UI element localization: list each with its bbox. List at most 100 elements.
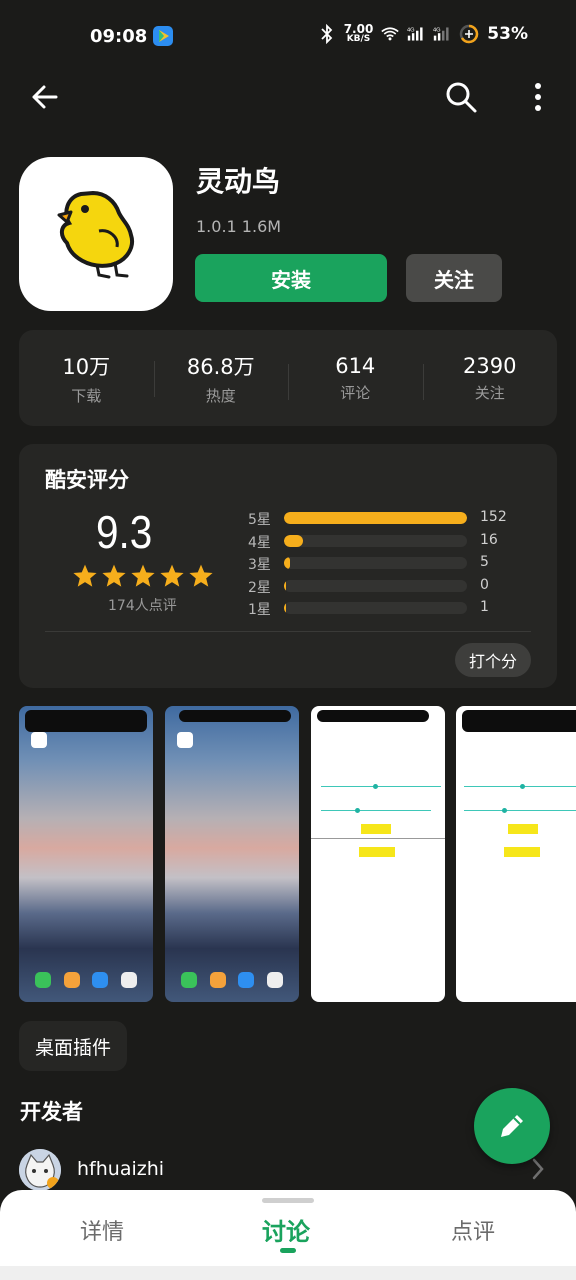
play-store-icon xyxy=(153,26,173,46)
distribution-bar-fill xyxy=(284,534,304,547)
star-icon xyxy=(189,564,213,587)
distribution-count: 5 xyxy=(480,554,489,570)
slider-line xyxy=(464,810,576,811)
distribution-count: 1 xyxy=(480,599,489,615)
distribution-label: 2星 xyxy=(248,579,271,596)
battery-icon xyxy=(460,24,479,44)
slider-knob xyxy=(520,784,525,789)
signal-4g-icon: 4G xyxy=(407,27,423,41)
distribution-label: 5星 xyxy=(248,512,271,528)
distribution-label: 3星 xyxy=(248,557,271,573)
distribution-row: 2星 0 xyxy=(248,576,538,596)
rating-title: 酷安评分 xyxy=(45,468,129,492)
distribution-bar-fill xyxy=(284,602,286,614)
developer-avatar[interactable] xyxy=(19,1149,61,1191)
screenshot-3[interactable] xyxy=(311,706,445,1002)
write-comment-fab[interactable] xyxy=(474,1088,550,1164)
slider-line xyxy=(321,810,431,811)
category-tag[interactable]: 桌面插件 xyxy=(19,1021,128,1071)
distribution-count: 152 xyxy=(480,509,507,525)
yellow-button xyxy=(359,847,395,857)
stat-comments[interactable]: 614 评论 xyxy=(288,354,423,403)
distribution-row: 4星 16 xyxy=(248,531,538,551)
active-tab-indicator xyxy=(280,1248,296,1253)
back-arrow-icon[interactable] xyxy=(28,80,62,114)
distribution-count: 16 xyxy=(480,531,498,548)
slider-knob xyxy=(502,808,507,813)
divider xyxy=(45,631,531,632)
dynamic-island xyxy=(25,710,147,732)
yellow-button xyxy=(504,847,540,857)
dock xyxy=(29,972,143,990)
chevron-right-icon[interactable] xyxy=(530,1156,546,1182)
follow-button[interactable]: 关注 xyxy=(406,254,502,302)
star-icon xyxy=(160,564,184,587)
dynamic-island xyxy=(179,710,291,722)
drag-handle[interactable] xyxy=(262,1198,314,1203)
app-thumb-icon xyxy=(177,732,193,748)
stat-popularity: 86.8万 热度 xyxy=(153,351,289,406)
screenshot-4[interactable] xyxy=(456,706,576,1002)
star-icon xyxy=(131,564,155,587)
install-button[interactable]: 安装 xyxy=(195,254,387,302)
more-vertical-icon[interactable] xyxy=(528,80,548,114)
app-version-size: 1.0.1 1.6M xyxy=(196,217,282,236)
distribution-bar-track xyxy=(284,512,467,524)
cat-avatar-icon xyxy=(19,1149,61,1191)
dynamic-island xyxy=(462,710,576,732)
distribution-label: 1星 xyxy=(248,602,271,618)
slider-knob xyxy=(355,808,360,813)
status-time: 09:08 xyxy=(90,26,148,47)
distribution-label: 4星 xyxy=(248,534,271,551)
rate-button[interactable]: 打个分 xyxy=(455,643,531,677)
distribution-bar-fill xyxy=(284,579,286,592)
net-speed: 7.00 KB/S xyxy=(343,22,374,44)
tab-reviews[interactable]: 点评 xyxy=(451,1214,495,1246)
pencil-icon xyxy=(501,1115,523,1137)
wifi-icon xyxy=(381,27,399,41)
tab-discussion[interactable]: 讨论 xyxy=(262,1212,310,1247)
yellow-button xyxy=(508,824,538,834)
distribution-row: 5星 152 xyxy=(248,509,538,528)
dock xyxy=(175,972,289,990)
raters-count: 174人点评 xyxy=(108,598,177,614)
star-rating xyxy=(72,563,214,589)
developer-name[interactable]: hfhuaizhi xyxy=(77,1158,164,1180)
slider-knob xyxy=(373,784,378,789)
app-icon xyxy=(19,157,173,311)
yellow-button xyxy=(361,824,391,834)
star-icon xyxy=(102,564,126,587)
signal-4g-icon-2: 4G xyxy=(433,27,449,41)
gesture-bar xyxy=(0,1266,576,1280)
svg-text:4G: 4G xyxy=(407,28,415,34)
distribution-bar-track xyxy=(284,579,467,592)
stats-card: 10万 下载 86.8万 热度 614 评论 2390 关注 xyxy=(19,330,557,426)
status-bar: 09:08 7.00 KB/S 4G 4G 53% xyxy=(0,0,576,72)
distribution-bar-track xyxy=(284,602,467,614)
tab-details[interactable]: 详情 xyxy=(80,1214,124,1246)
distribution-row: 3星 5 xyxy=(248,554,538,573)
status-right: 7.00 KB/S 4G 4G 53% xyxy=(318,22,528,44)
distribution-count: 0 xyxy=(480,576,489,593)
svg-text:4G: 4G xyxy=(433,28,441,34)
bluetooth-icon xyxy=(321,24,332,44)
chick-logo-icon xyxy=(57,190,134,279)
battery-level: 53% xyxy=(487,24,528,44)
app-thumb-icon xyxy=(31,732,47,748)
stat-followers[interactable]: 2390 关注 xyxy=(422,354,558,403)
search-icon[interactable] xyxy=(444,80,478,114)
dynamic-island xyxy=(317,710,429,722)
app-name: 灵动鸟 xyxy=(196,165,281,198)
screenshot-1[interactable] xyxy=(19,706,153,1002)
distribution-bar-fill xyxy=(284,512,467,524)
developer-section-title: 开发者 xyxy=(20,1100,83,1124)
star-icon xyxy=(73,564,97,587)
divider xyxy=(311,838,445,839)
distribution-row: 1星 1 xyxy=(248,599,538,618)
rating-score: 9.3 xyxy=(96,506,153,558)
slider-line xyxy=(321,786,441,787)
distribution-bar-track xyxy=(284,557,467,569)
distribution-bar-fill xyxy=(284,557,291,569)
distribution-bar-track xyxy=(284,534,467,547)
screenshot-2[interactable] xyxy=(165,706,299,1002)
